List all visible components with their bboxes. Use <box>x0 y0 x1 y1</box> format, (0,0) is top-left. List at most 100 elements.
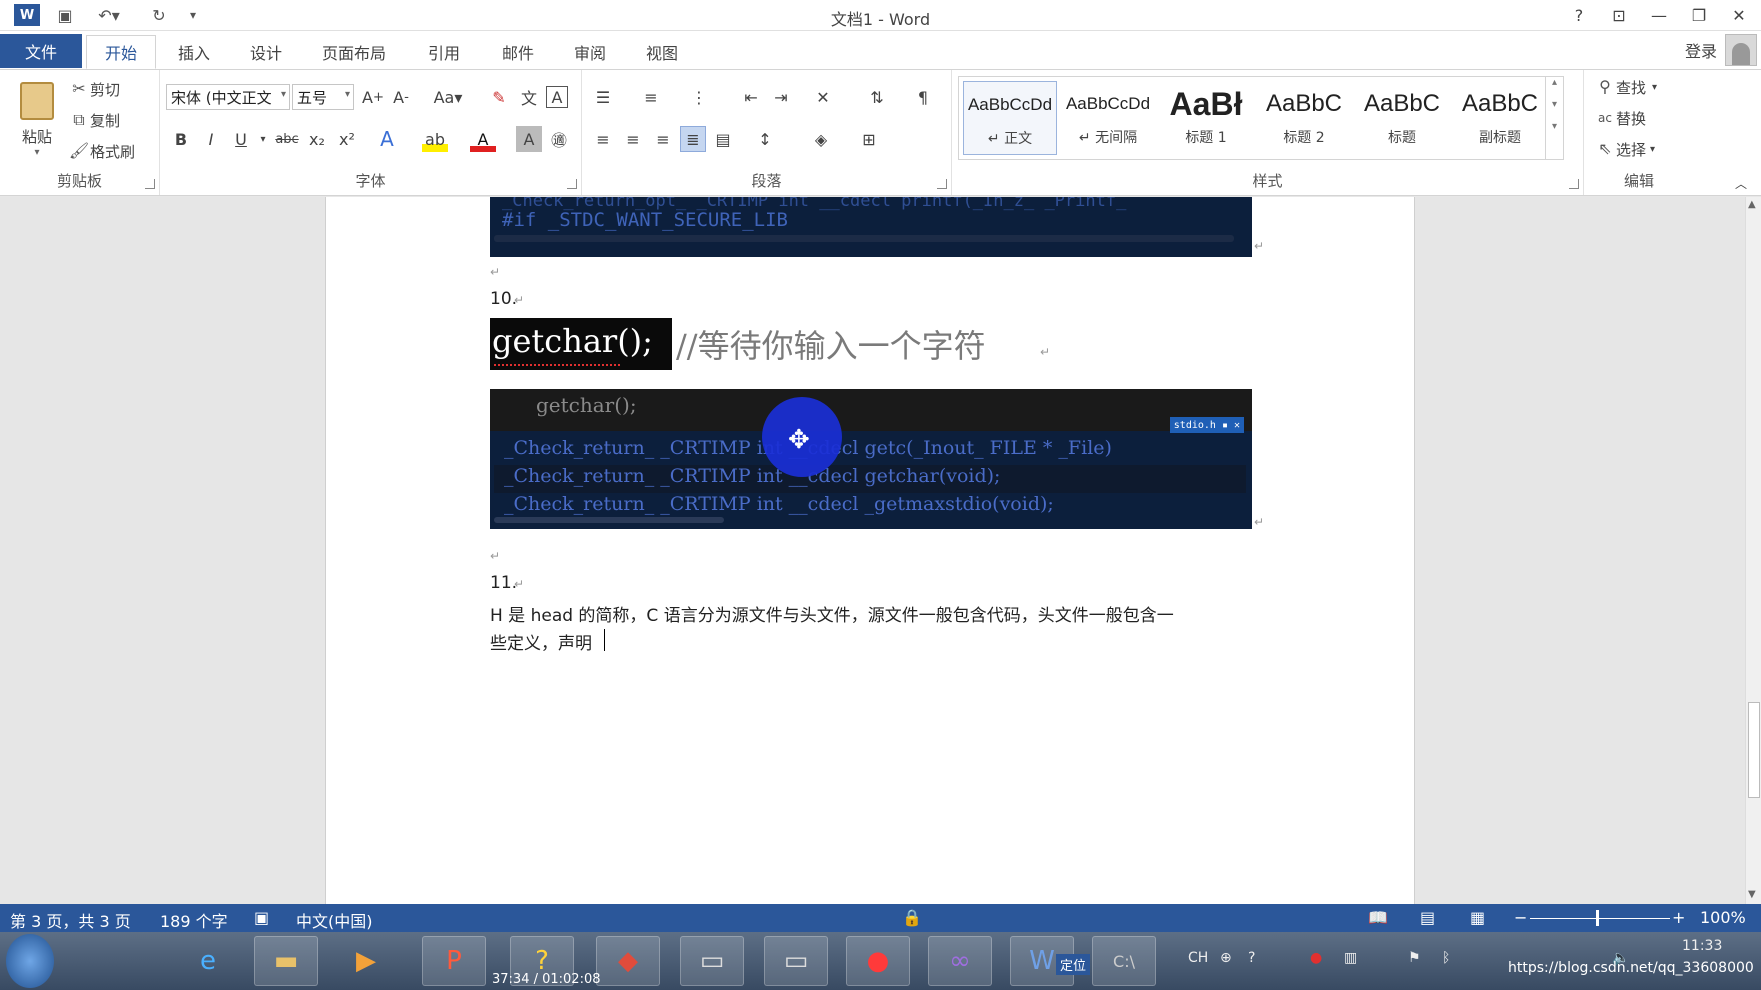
tab-page-layout[interactable]: 页面布局 <box>304 35 404 69</box>
distributed-icon[interactable]: ▤ <box>710 126 736 152</box>
shrink-font-icon[interactable]: A- <box>388 84 414 110</box>
phonetic-guide-icon[interactable]: 文 <box>516 84 542 110</box>
sort-icon[interactable]: ⇅ <box>864 84 890 110</box>
style-normal[interactable]: AaBbCcDd ↵ 正文 <box>963 81 1057 155</box>
styles-launcher-icon[interactable] <box>1569 179 1579 189</box>
align-left-icon[interactable]: ≡ <box>590 126 616 152</box>
style-no-spacing[interactable]: AaBbCcDd ↵ 无间隔 <box>1061 81 1155 155</box>
style-heading-2[interactable]: AaBbC 标题 2 <box>1257 81 1351 155</box>
enclose-characters-icon[interactable]: ㊜ <box>546 126 572 152</box>
window-icon[interactable]: ▭ <box>764 936 828 986</box>
app-icon[interactable]: ◆ <box>596 936 660 986</box>
font-size-select[interactable]: 五号 ▾ <box>292 84 354 110</box>
tab-design[interactable]: 设计 <box>232 35 300 69</box>
bluetooth-icon[interactable]: ᛒ <box>1442 950 1450 966</box>
clear-formatting-icon[interactable]: ✎ <box>486 84 512 110</box>
align-center-icon[interactable]: ≡ <box>620 126 646 152</box>
tab-home[interactable]: 开始 <box>86 35 157 69</box>
decrease-indent-icon[interactable]: ⇤ <box>738 84 764 110</box>
close-button[interactable]: ✕ <box>1720 2 1758 28</box>
zoom-in-icon[interactable]: + <box>1672 908 1685 927</box>
underline-icon[interactable]: U <box>228 126 254 152</box>
grow-font-icon[interactable]: A + <box>360 84 386 110</box>
scroll-thumb[interactable] <box>1748 702 1760 798</box>
show-marks-icon[interactable]: ¶ <box>910 84 936 110</box>
visual-studio-icon[interactable]: ∞ <box>928 936 992 986</box>
clipboard-launcher-icon[interactable] <box>145 179 155 189</box>
highlight-icon[interactable]: ab <box>422 126 448 152</box>
text-effects-icon[interactable]: A <box>374 126 400 152</box>
font-name-select[interactable]: 宋体 (中文正文 ▾ <box>166 84 290 110</box>
paragraph-launcher-icon[interactable] <box>937 179 947 189</box>
zoom-level[interactable]: 100% <box>1700 908 1746 927</box>
font-launcher-icon[interactable] <box>567 179 577 189</box>
bullets-icon[interactable]: ☰ <box>590 84 616 110</box>
ime-icon[interactable]: ⊕ <box>1220 950 1232 966</box>
record-tray-icon[interactable]: ● <box>1310 950 1322 966</box>
proofing-icon[interactable]: ▣ <box>254 908 269 927</box>
tab-insert[interactable]: 插入 <box>160 35 228 69</box>
help-tray-icon[interactable]: ? <box>1248 950 1255 966</box>
zoom-out-icon[interactable]: − <box>1514 908 1527 927</box>
read-mode-icon[interactable]: 📖 <box>1368 908 1388 927</box>
borders-icon[interactable]: ⊞ <box>856 126 882 152</box>
login-link[interactable]: 登录 <box>1685 38 1717 62</box>
flag-icon[interactable]: ⚑ <box>1408 950 1421 966</box>
shading-icon[interactable]: ◈ <box>808 126 834 152</box>
find-button[interactable]: ⚲ 查找 ▾ <box>1594 76 1657 98</box>
clock[interactable]: 11:33 <box>1682 938 1722 954</box>
format-painter-button[interactable]: 🖌 格式刷 <box>68 140 135 162</box>
character-border-icon[interactable]: A <box>546 86 568 108</box>
paste-button[interactable]: 粘贴 ▾ <box>14 78 60 158</box>
ie-icon[interactable]: e <box>176 936 240 986</box>
document-page[interactable]: _Check_return_opt_ _CRTIMP int __cdecl p… <box>325 197 1415 904</box>
style-heading-1[interactable]: AaBł 标题 1 <box>1159 81 1253 155</box>
media-player-icon[interactable]: ▶ <box>334 936 398 986</box>
style-subtitle[interactable]: AaBbC 副标题 <box>1453 81 1547 155</box>
print-layout-icon[interactable]: ▤ <box>1420 908 1435 927</box>
locate-label[interactable]: 定位 <box>1056 954 1091 975</box>
tray-icon[interactable]: ▥ <box>1344 950 1357 966</box>
tab-review[interactable]: 审阅 <box>556 35 624 69</box>
tab-references[interactable]: 引用 <box>410 35 478 69</box>
web-layout-icon[interactable]: ▦ <box>1470 908 1485 927</box>
subscript-icon[interactable]: x₂ <box>304 126 330 152</box>
avatar[interactable] <box>1725 34 1757 66</box>
record-icon[interactable]: ● <box>846 936 910 986</box>
underline-dropdown-icon[interactable]: ▾ <box>256 126 270 152</box>
minimize-button[interactable]: — <box>1640 2 1678 28</box>
line-spacing-icon[interactable]: ↕ <box>752 126 778 152</box>
select-button[interactable]: ⇖ 选择 ▾ <box>1594 138 1655 160</box>
tab-file[interactable]: 文件 <box>0 34 82 68</box>
numbering-icon[interactable]: ≡ <box>638 84 664 110</box>
change-case-button[interactable]: Aa ▾ <box>428 84 468 110</box>
tab-view[interactable]: 视图 <box>628 35 696 69</box>
start-button[interactable] <box>6 934 54 988</box>
increase-indent-icon[interactable]: ⇥ <box>768 84 794 110</box>
strikethrough-icon[interactable]: abc <box>274 126 300 152</box>
zoom-slider[interactable] <box>1530 918 1670 919</box>
restore-button[interactable]: ❐ <box>1680 2 1718 28</box>
word-count[interactable]: 189 个字 <box>160 908 228 932</box>
align-right-icon[interactable]: ≡ <box>650 126 676 152</box>
explorer-icon[interactable]: ▬ <box>254 936 318 986</box>
input-language[interactable]: CH <box>1188 950 1208 966</box>
scroll-up-icon[interactable]: ▲ <box>1748 199 1756 210</box>
powerpoint-icon[interactable]: P <box>422 936 486 986</box>
cut-button[interactable]: ✂ 剪切 <box>68 78 120 100</box>
multilevel-list-icon[interactable]: ⋮ <box>686 84 712 110</box>
page-count[interactable]: 第 3 页，共 3 页 <box>10 908 131 932</box>
replace-button[interactable]: ac 替换 <box>1594 107 1646 129</box>
superscript-icon[interactable]: x² <box>334 126 360 152</box>
tab-mailings[interactable]: 邮件 <box>484 35 552 69</box>
bold-icon[interactable]: B <box>168 126 194 152</box>
scroll-down-icon[interactable]: ▼ <box>1748 889 1756 900</box>
justify-icon[interactable]: ≣ <box>680 126 706 152</box>
styles-scroll[interactable]: ▴ ▾ ▾ <box>1545 77 1563 159</box>
asian-layout-icon[interactable]: ✕ <box>810 84 836 110</box>
copy-button[interactable]: ⧉ 复制 <box>68 109 120 131</box>
console-icon[interactable]: C:\ <box>1092 936 1156 986</box>
font-color-icon[interactable]: A <box>470 126 496 152</box>
character-shading-icon[interactable]: A <box>516 126 542 152</box>
italic-icon[interactable]: I <box>198 126 224 152</box>
